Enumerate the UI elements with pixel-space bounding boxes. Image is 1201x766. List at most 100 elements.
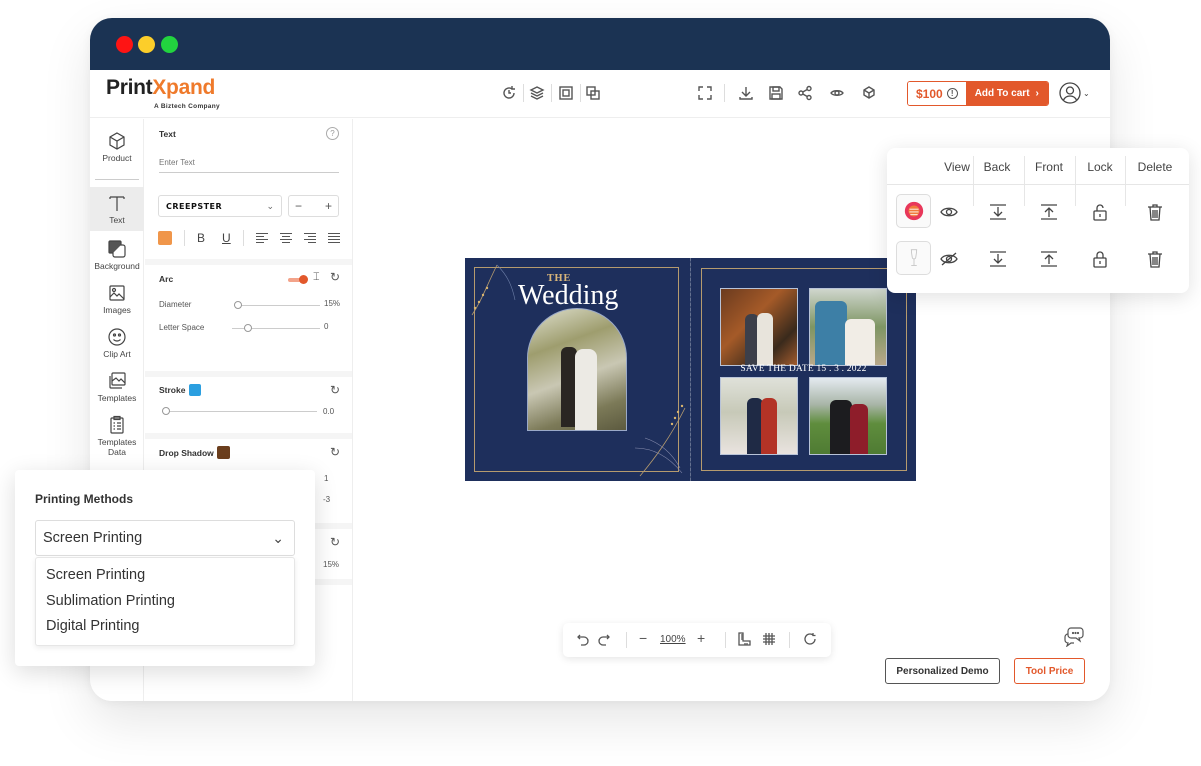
align-justify-icon[interactable]: [327, 233, 340, 243]
diameter-slider[interactable]: [234, 301, 320, 309]
zoom-level[interactable]: 100%: [660, 634, 686, 645]
align-left-icon[interactable]: [255, 233, 268, 243]
info-icon[interactable]: !: [946, 88, 958, 99]
stroke-slider[interactable]: [162, 407, 317, 415]
underline-button[interactable]: U: [222, 231, 231, 245]
logo-tagline: A Biztech Company: [154, 103, 220, 110]
couple-arch-photo[interactable]: [527, 308, 627, 431]
trash-icon[interactable]: [1144, 201, 1166, 223]
photo-slot[interactable]: [720, 288, 798, 366]
personalized-demo-button[interactable]: Personalized Demo: [885, 658, 1000, 684]
font-size-stepper[interactable]: − +: [288, 195, 339, 217]
user-menu-button[interactable]: ⌄: [1059, 82, 1090, 104]
sidebar-item-product[interactable]: Product: [90, 131, 144, 171]
printing-option-digital[interactable]: Digital Printing: [36, 618, 294, 644]
card-title-text[interactable]: Wedding: [518, 280, 618, 312]
printing-option-screen[interactable]: Screen Printing: [36, 567, 294, 593]
refresh-icon[interactable]: [500, 84, 518, 102]
layers-icon[interactable]: [528, 84, 546, 102]
ruler-icon[interactable]: [737, 632, 751, 649]
sidebar-item-text[interactable]: Text: [90, 187, 144, 231]
logo-accent: Xpand: [152, 76, 216, 99]
preview-icon[interactable]: [828, 84, 846, 102]
letter-space-slider[interactable]: [232, 324, 320, 332]
lock-icon[interactable]: [1089, 248, 1111, 270]
align-center-icon[interactable]: [279, 233, 292, 243]
chevron-right-icon: ›: [1035, 88, 1039, 99]
toolbar-divider: [724, 84, 725, 102]
wedding-card-design[interactable]: THE Wedding SAVE THE DATE 15 . 3 . 2022: [465, 258, 916, 481]
photo-slot[interactable]: [809, 288, 887, 366]
layer-thumbnail-wine-glass[interactable]: [896, 241, 931, 275]
grid-icon[interactable]: [762, 632, 776, 649]
stroke-reset-icon[interactable]: ↻: [330, 383, 340, 397]
save-the-date-text[interactable]: SAVE THE DATE 15 . 3 . 2022: [691, 364, 916, 374]
window-maximize-button[interactable]: [161, 36, 178, 53]
sidebar-item-clip-art[interactable]: Clip Art: [90, 327, 144, 367]
send-back-icon[interactable]: [987, 201, 1009, 223]
redo-icon[interactable]: [597, 632, 611, 649]
unlock-icon[interactable]: [1089, 201, 1111, 223]
format-divider: [242, 230, 244, 246]
zoom-in-button[interactable]: +: [697, 630, 705, 646]
window-minimize-button[interactable]: [138, 36, 155, 53]
zoom-out-button[interactable]: −: [639, 630, 647, 646]
slider-handle[interactable]: [244, 324, 252, 332]
arc-title: Arc: [159, 274, 174, 284]
printing-option-sublimation[interactable]: Sublimation Printing: [36, 593, 294, 619]
save-icon[interactable]: [767, 84, 785, 102]
sidebar-item-templates-data[interactable]: Templates Data: [90, 415, 144, 463]
send-back-icon[interactable]: [987, 248, 1009, 270]
eye-icon[interactable]: [938, 201, 960, 223]
eye-off-icon[interactable]: [938, 248, 960, 270]
trash-icon[interactable]: [1144, 248, 1166, 270]
group-icon[interactable]: [557, 84, 575, 102]
toolbar-divider: [626, 632, 627, 648]
text-color-swatch[interactable]: [158, 231, 172, 245]
increase-font-button[interactable]: +: [325, 199, 332, 213]
sidebar-item-templates[interactable]: Templates: [90, 371, 144, 415]
tool-price-button[interactable]: Tool Price: [1014, 658, 1085, 684]
chat-support-icon[interactable]: [1063, 625, 1085, 652]
printing-method-select[interactable]: Screen Printing ⌄: [35, 520, 295, 556]
window-close-button[interactable]: [116, 36, 133, 53]
arc-reset-icon[interactable]: ↻: [330, 270, 340, 284]
fullscreen-icon[interactable]: [696, 84, 714, 102]
download-icon[interactable]: [737, 84, 755, 102]
extra-reset-icon[interactable]: ↻: [330, 535, 340, 549]
stroke-color-swatch[interactable]: [189, 384, 201, 396]
share-icon[interactable]: [796, 84, 814, 102]
card-left-page: THE Wedding: [465, 258, 690, 481]
bold-button[interactable]: B: [197, 231, 205, 245]
bring-front-icon[interactable]: [1038, 248, 1060, 270]
text-cursor-icon[interactable]: ⌶: [313, 271, 320, 284]
bring-front-icon[interactable]: [1038, 201, 1060, 223]
font-family-select[interactable]: CREEPSTER ⌄: [158, 195, 282, 217]
reset-view-icon[interactable]: [803, 632, 817, 649]
help-icon[interactable]: ?: [326, 127, 339, 140]
sidebar-item-label: Images: [103, 305, 131, 315]
text-section: Text ? CREEPSTER ⌄ − + B U: [145, 119, 352, 259]
drop-shadow-title: Drop Shadow: [159, 448, 214, 458]
stroke-section: Stroke ↻ 0.0: [145, 377, 352, 433]
arc-section: Arc ⌶ ↻ Diameter 15% Letter Space 0: [145, 265, 352, 371]
3d-view-icon[interactable]: [860, 84, 878, 102]
align-right-icon[interactable]: [303, 233, 316, 243]
undo-icon[interactable]: [576, 632, 590, 649]
layer-thumbnail-badge[interactable]: [896, 194, 931, 228]
printing-methods-title: Printing Methods: [35, 492, 133, 506]
add-to-cart-button[interactable]: Add To cart ›: [965, 82, 1048, 105]
slider-handle[interactable]: [234, 301, 242, 309]
ungroup-icon[interactable]: [584, 84, 602, 102]
stroke-value: 0.0: [323, 407, 335, 416]
sidebar-item-images[interactable]: Images: [90, 283, 144, 323]
text-input[interactable]: [159, 153, 339, 173]
decrease-font-button[interactable]: −: [295, 199, 302, 213]
sidebar-item-background[interactable]: Background: [90, 239, 144, 279]
photo-slot[interactable]: [809, 377, 887, 455]
slider-handle[interactable]: [162, 407, 170, 415]
drop-shadow-color-swatch[interactable]: [217, 446, 230, 459]
arc-toggle[interactable]: [288, 275, 308, 284]
photo-slot[interactable]: [720, 377, 798, 455]
drop-shadow-reset-icon[interactable]: ↻: [330, 445, 340, 459]
